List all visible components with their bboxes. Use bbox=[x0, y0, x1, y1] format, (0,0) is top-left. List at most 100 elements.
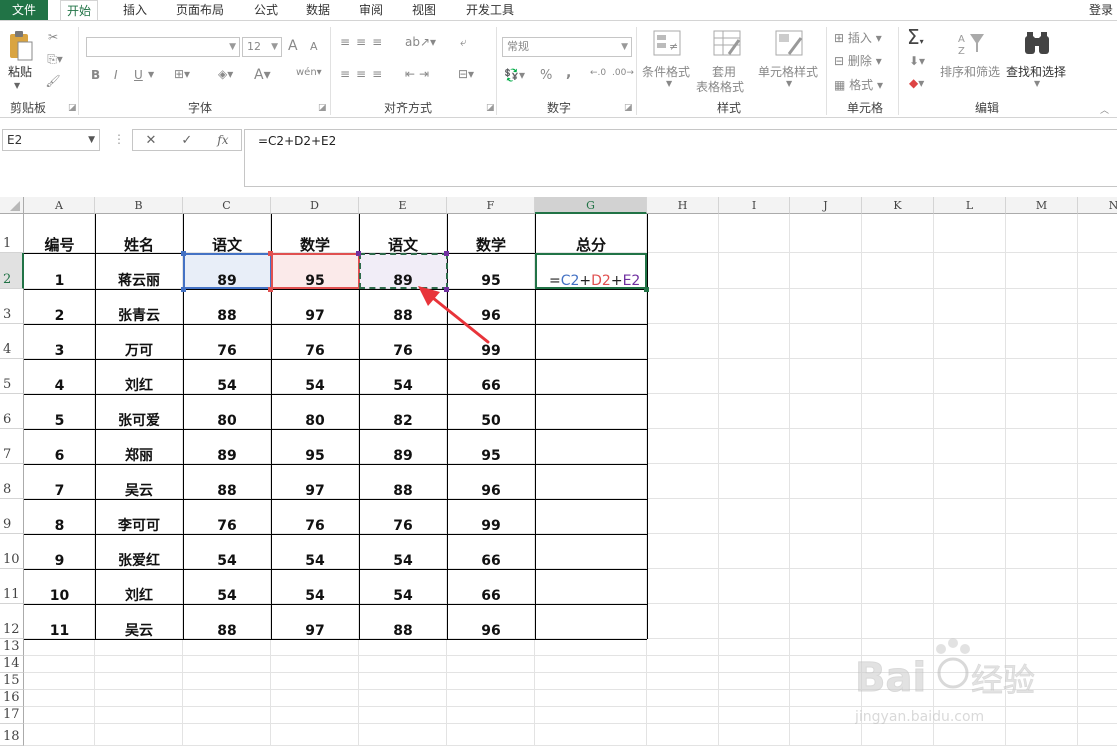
column-header-a[interactable]: A bbox=[24, 197, 95, 214]
column-header-b[interactable]: B bbox=[95, 197, 183, 214]
table-cell[interactable]: 76 bbox=[183, 324, 271, 359]
table-cell[interactable]: 96 bbox=[447, 604, 535, 639]
table-header-cell[interactable]: 数学 bbox=[271, 214, 359, 253]
wrap-text-icon[interactable]: ⤶ bbox=[460, 35, 467, 50]
table-cell[interactable]: 7 bbox=[24, 464, 95, 499]
insert-cells-button[interactable]: ⊞ 插入 ▾ bbox=[834, 29, 882, 46]
table-cell[interactable]: 76 bbox=[183, 499, 271, 534]
increase-decimal-icon[interactable]: ←.0 bbox=[590, 68, 606, 78]
vertical-align-icons[interactable]: ≡≡≡ bbox=[340, 35, 388, 49]
column-header-h[interactable]: H bbox=[647, 197, 719, 214]
phonetic-button[interactable]: wén▾ bbox=[296, 67, 322, 78]
font-color-button[interactable]: A▾ bbox=[254, 67, 271, 83]
cut-icon[interactable]: ✂ bbox=[44, 29, 62, 45]
currency-icon[interactable]: 💱▾ bbox=[504, 68, 525, 82]
table-cell[interactable]: 54 bbox=[271, 569, 359, 604]
table-cell[interactable]: 张可爱 bbox=[95, 394, 183, 429]
row-header-6[interactable]: 6 bbox=[0, 394, 24, 429]
table-format-icon[interactable] bbox=[712, 29, 742, 57]
format-painter-icon[interactable]: 🖌 bbox=[44, 73, 62, 89]
column-header-f[interactable]: F bbox=[447, 197, 535, 214]
row-header-18[interactable]: 18 bbox=[0, 724, 24, 746]
tab-formulas[interactable]: 公式 bbox=[248, 0, 284, 20]
table-cell[interactable]: 3 bbox=[24, 324, 95, 359]
table-header-cell[interactable]: 编号 bbox=[24, 214, 95, 253]
sort-filter-button[interactable]: 排序和筛选 bbox=[940, 63, 1000, 80]
bold-button[interactable]: B bbox=[91, 68, 100, 82]
table-cell[interactable]: 54 bbox=[183, 534, 271, 569]
table-cell[interactable]: 76 bbox=[271, 499, 359, 534]
autosum-button[interactable]: Σ▾ bbox=[907, 25, 924, 49]
table-cell[interactable]: 96 bbox=[447, 464, 535, 499]
row-header-3[interactable]: 3 bbox=[0, 289, 24, 324]
table-cell[interactable]: 99 bbox=[447, 499, 535, 534]
table-cell[interactable]: 9 bbox=[24, 534, 95, 569]
table-header-cell[interactable]: 数学 bbox=[447, 214, 535, 253]
handle-dot[interactable] bbox=[181, 287, 186, 292]
table-cell[interactable]: 66 bbox=[447, 569, 535, 604]
table-header-cell[interactable]: 语文 bbox=[359, 214, 447, 253]
row-header-13[interactable]: 13 bbox=[0, 639, 24, 656]
column-header-l[interactable]: L bbox=[934, 197, 1006, 214]
column-header-g[interactable]: G bbox=[535, 197, 647, 214]
font-launcher-icon[interactable]: ◪ bbox=[318, 103, 327, 113]
chevron-down-icon[interactable]: ▼ bbox=[1034, 79, 1040, 88]
row-header-1[interactable]: 1 bbox=[0, 214, 24, 253]
table-cell[interactable]: 88 bbox=[359, 464, 447, 499]
table-cell[interactable]: 66 bbox=[447, 534, 535, 569]
table-cell[interactable]: 97 bbox=[271, 464, 359, 499]
column-header-k[interactable]: K bbox=[862, 197, 934, 214]
column-header-m[interactable]: M bbox=[1006, 197, 1078, 214]
tab-file[interactable]: 文件 bbox=[0, 0, 48, 20]
table-cell[interactable]: 82 bbox=[359, 394, 447, 429]
row-header-7[interactable]: 7 bbox=[0, 429, 24, 464]
table-cell[interactable]: 54 bbox=[271, 359, 359, 394]
table-cell[interactable]: 4 bbox=[24, 359, 95, 394]
row-header-10[interactable]: 10 bbox=[0, 534, 24, 569]
table-cell[interactable]: 5 bbox=[24, 394, 95, 429]
conditional-format-button[interactable]: 条件格式 bbox=[642, 63, 690, 80]
table-cell[interactable]: 54 bbox=[359, 534, 447, 569]
table-cell[interactable]: 54 bbox=[359, 569, 447, 604]
column-header-i[interactable]: I bbox=[719, 197, 790, 214]
row-header-2[interactable]: 2 bbox=[0, 253, 24, 289]
fill-icon[interactable]: ⬇▾ bbox=[909, 54, 925, 68]
table-cell[interactable]: 吴云 bbox=[95, 464, 183, 499]
table-cell[interactable]: 66 bbox=[447, 359, 535, 394]
table-cell[interactable]: 刘红 bbox=[95, 359, 183, 394]
table-cell[interactable]: 95 bbox=[271, 253, 359, 289]
delete-cells-button[interactable]: ⊟ 删除 ▾ bbox=[834, 52, 882, 69]
table-cell[interactable]: 54 bbox=[271, 534, 359, 569]
login-link[interactable]: 登录 bbox=[1089, 0, 1113, 20]
row-header-5[interactable]: 5 bbox=[0, 359, 24, 394]
border-icon[interactable]: ⊞▾ bbox=[174, 67, 190, 81]
table-cell[interactable]: 88 bbox=[359, 604, 447, 639]
table-cell[interactable]: 54 bbox=[359, 359, 447, 394]
conditional-format-icon[interactable]: ≠ bbox=[652, 29, 682, 57]
row-header-8[interactable]: 8 bbox=[0, 464, 24, 499]
column-header-j[interactable]: J bbox=[790, 197, 862, 214]
insert-function-icon[interactable]: fx bbox=[217, 133, 228, 147]
table-cell[interactable]: 76 bbox=[271, 324, 359, 359]
table-header-cell[interactable]: 总分 bbox=[535, 214, 647, 253]
grow-font-button[interactable]: A bbox=[288, 38, 298, 54]
table-cell[interactable]: 李可可 bbox=[95, 499, 183, 534]
table-cell[interactable]: 80 bbox=[271, 394, 359, 429]
cell-formula-text[interactable]: =C2+D2+E2 bbox=[549, 273, 640, 289]
tab-developer[interactable]: 开发工具 bbox=[460, 0, 520, 20]
merge-center-icon[interactable]: ⊟▾ bbox=[458, 67, 474, 81]
column-header-d[interactable]: D bbox=[271, 197, 359, 214]
orientation-icon[interactable]: ab↗▾ bbox=[405, 35, 436, 49]
table-cell[interactable]: 刘红 bbox=[95, 569, 183, 604]
table-cell[interactable]: 97 bbox=[271, 604, 359, 639]
chevron-down-icon[interactable]: ▼ bbox=[786, 79, 792, 88]
table-cell[interactable]: 95 bbox=[271, 429, 359, 464]
italic-button[interactable]: I bbox=[114, 68, 118, 82]
table-cell[interactable]: 54 bbox=[183, 569, 271, 604]
tab-data[interactable]: 数据 bbox=[300, 0, 336, 20]
copy-icon[interactable]: ⎘▾ bbox=[44, 51, 66, 67]
row-header-9[interactable]: 9 bbox=[0, 499, 24, 534]
table-header-cell[interactable]: 语文 bbox=[183, 214, 271, 253]
table-cell[interactable]: 89 bbox=[359, 429, 447, 464]
binoculars-icon[interactable] bbox=[1022, 29, 1052, 57]
